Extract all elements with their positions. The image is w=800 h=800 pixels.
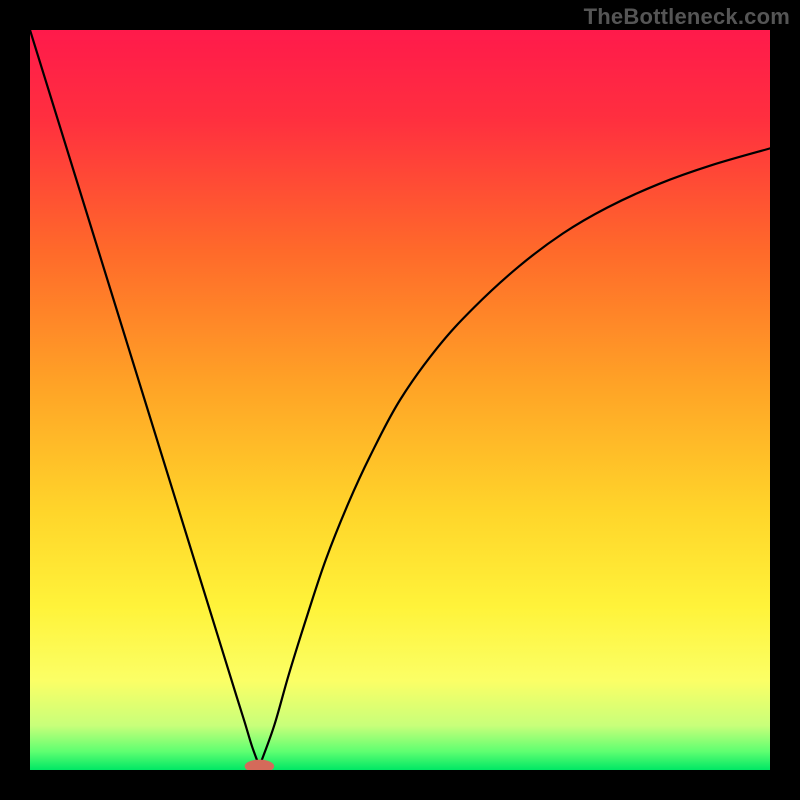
watermark-text: TheBottleneck.com bbox=[584, 4, 790, 30]
chart-svg bbox=[30, 30, 770, 770]
plot-area bbox=[30, 30, 770, 770]
chart-frame: TheBottleneck.com bbox=[0, 0, 800, 800]
